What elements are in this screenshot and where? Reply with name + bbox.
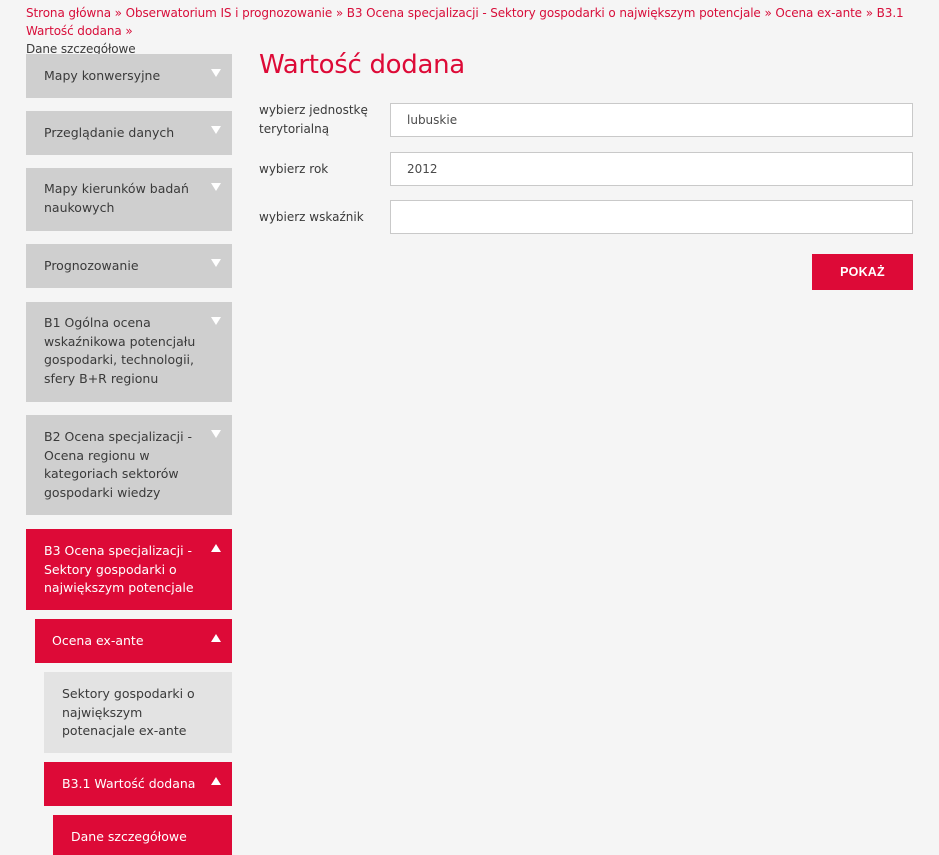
chevron-down-icon xyxy=(211,69,221,77)
breadcrumb-separator: » xyxy=(114,6,122,20)
sidebar-item-mapy-konwersyjne[interactable]: Mapy konwersyjne xyxy=(26,54,232,98)
sidebar-item-label: Mapy kierunków badań naukowych xyxy=(44,181,189,215)
territorial-unit-select[interactable]: lubuskie xyxy=(390,103,913,137)
sidebar-item-label: B1 Ogólna ocena wskaźnikowa potencjału g… xyxy=(44,315,196,386)
sidebar-subitem-ocena-ex-ante[interactable]: Ocena ex-ante xyxy=(35,619,232,663)
breadcrumb-separator: » xyxy=(125,24,133,38)
sidebar-item-label: B3.1 Wartość dodana xyxy=(62,776,196,791)
breadcrumb-separator: » xyxy=(764,6,772,20)
field-label-unit: wybierz jednostkę terytorialną xyxy=(259,103,368,136)
sidebar-subitem-sektory-gospodarki[interactable]: Sektory gospodarki o największym potenac… xyxy=(44,672,232,753)
sidebar-item-label: B2 Ocena specjalizacji - Ocena regionu w… xyxy=(44,429,193,500)
sidebar-item-b3[interactable]: B3 Ocena specjalizacji - Sektory gospoda… xyxy=(26,529,232,610)
breadcrumb-link-ocena-ex-ante[interactable]: Ocena ex-ante xyxy=(775,6,862,20)
field-label-indicator: wybierz wskaźnik xyxy=(259,210,364,224)
sidebar-item-b2[interactable]: B2 Ocena specjalizacji - Ocena regionu w… xyxy=(26,415,232,515)
chevron-down-icon xyxy=(211,126,221,134)
sidebar-item-label: Mapy konwersyjne xyxy=(44,68,161,83)
indicator-select[interactable] xyxy=(390,200,913,234)
sidebar-subitem-b31-wartosc-dodana[interactable]: B3.1 Wartość dodana xyxy=(44,762,232,806)
breadcrumb-link-home[interactable]: Strona główna xyxy=(26,6,111,20)
chevron-up-icon xyxy=(211,634,221,642)
chevron-up-icon xyxy=(211,544,221,552)
page: Strona główna » Obserwatorium IS i progn… xyxy=(0,0,939,855)
year-select[interactable]: 2012 xyxy=(390,152,913,186)
breadcrumb-separator: » xyxy=(335,6,344,20)
sidebar-item-label: B3 Ocena specjalizacji - Sektory gospoda… xyxy=(44,543,194,595)
show-button[interactable]: POKAŻ xyxy=(812,254,913,290)
sidebar-item-b1[interactable]: B1 Ogólna ocena wskaźnikowa potencjału g… xyxy=(26,302,232,402)
chevron-down-icon xyxy=(211,317,221,325)
field-label-year: wybierz rok xyxy=(259,162,329,176)
sidebar-subitem-dane-szczegolowe[interactable]: Dane szczegółowe xyxy=(53,815,232,855)
breadcrumb-link-b3[interactable]: B3 Ocena specjalizacji - Sektory gospoda… xyxy=(347,6,761,20)
sidebar-item-przegladanie-danych[interactable]: Przeglądanie danych xyxy=(26,111,232,155)
breadcrumb: Strona główna » Obserwatorium IS i progn… xyxy=(26,4,926,58)
chevron-down-icon xyxy=(211,430,221,438)
sidebar-item-label: Sektory gospodarki o największym potenac… xyxy=(62,686,195,738)
sidebar-item-mapy-kierunkow[interactable]: Mapy kierunków badań naukowych xyxy=(26,168,232,231)
chevron-up-icon xyxy=(211,777,221,785)
sidebar-item-label: Prognozowanie xyxy=(44,258,139,273)
sidebar-item-label: Dane szczegółowe xyxy=(71,829,187,844)
breadcrumb-separator: » xyxy=(865,6,873,20)
chevron-down-icon xyxy=(211,183,221,191)
sidebar-item-label: Przeglądanie danych xyxy=(44,125,175,140)
sidebar-item-prognozowanie[interactable]: Prognozowanie xyxy=(26,244,232,288)
chevron-down-icon xyxy=(211,259,221,267)
page-title: Wartość dodana xyxy=(259,50,465,80)
breadcrumb-link-observatory[interactable]: Obserwatorium IS i prognozowanie xyxy=(126,6,333,20)
sidebar-item-label: Ocena ex-ante xyxy=(52,633,144,648)
